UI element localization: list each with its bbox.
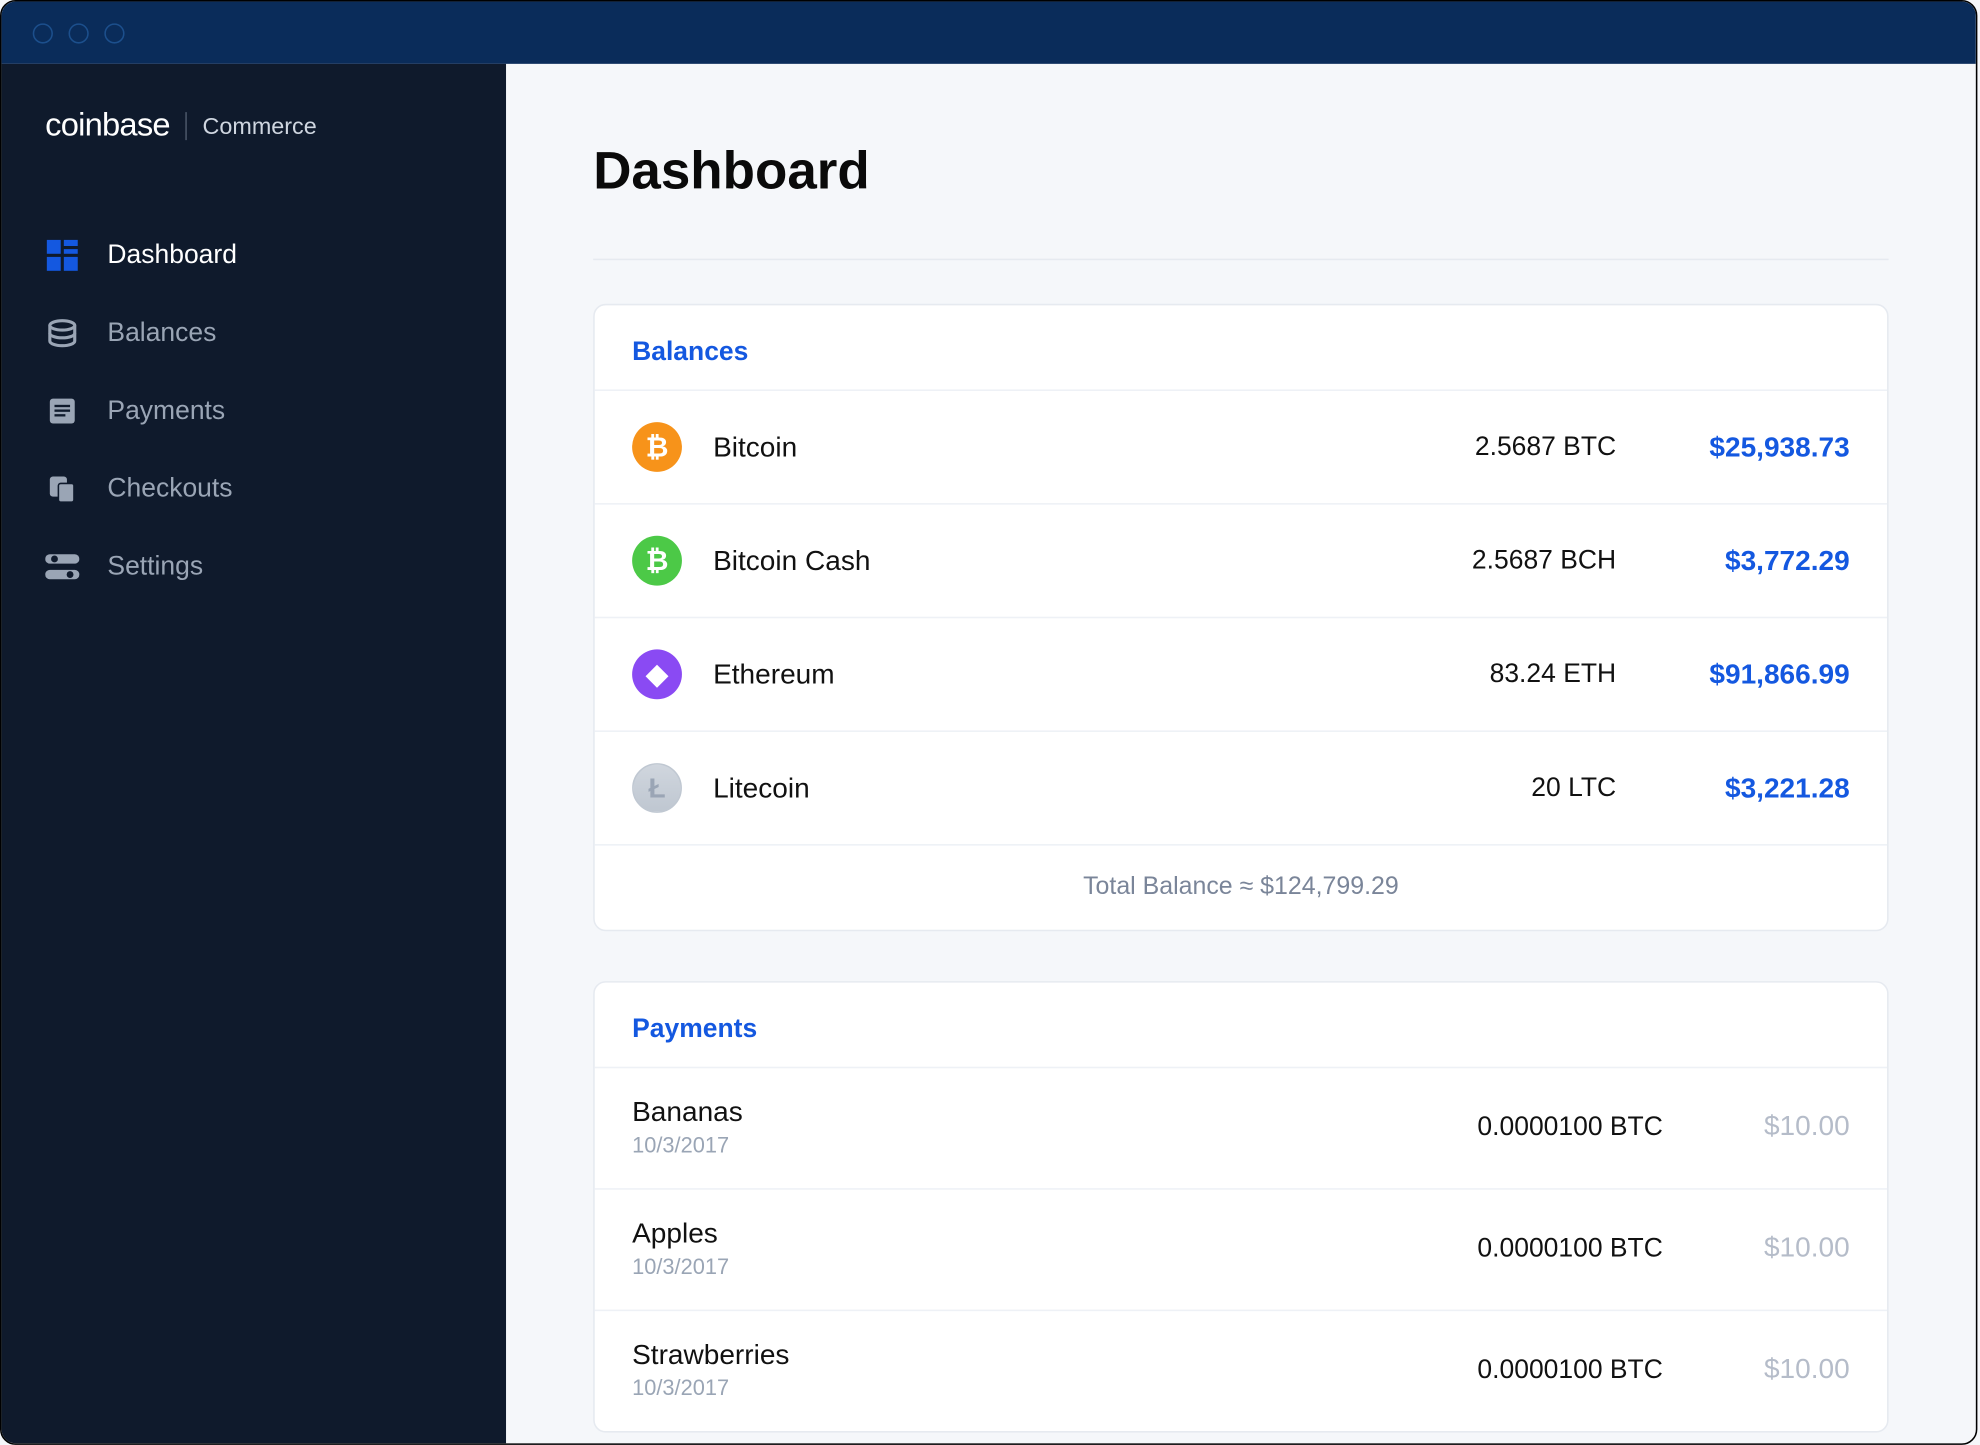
coin-amount: 20 LTC bbox=[1336, 772, 1616, 803]
balance-row[interactable]: Ł Litecoin 20 LTC $3,221.28 bbox=[595, 730, 1887, 844]
coin-usd: $3,772.29 bbox=[1616, 544, 1850, 577]
bitcoin-icon: ₿ bbox=[632, 422, 682, 472]
payments-icon bbox=[45, 394, 79, 428]
balance-row[interactable]: ₿ Bitcoin 2.5687 BTC $25,938.73 bbox=[595, 389, 1887, 503]
page-title: Dashboard bbox=[593, 142, 1888, 203]
coin-amount: 2.5687 BCH bbox=[1336, 545, 1616, 576]
coin-usd: $3,221.28 bbox=[1616, 771, 1850, 804]
sidebar-item-settings[interactable]: Settings bbox=[2, 528, 506, 606]
app-window: coinbase Commerce Dashboard Balances bbox=[0, 0, 1977, 1445]
bitcoin-cash-icon: ₿ bbox=[632, 536, 682, 586]
sidebar-item-balances[interactable]: Balances bbox=[2, 294, 506, 372]
total-balance: Total Balance ≈ $124,799.29 bbox=[595, 844, 1887, 930]
payment-amount: 0.0000100 BTC bbox=[1351, 1111, 1662, 1142]
sidebar-item-checkouts[interactable]: Checkouts bbox=[2, 450, 506, 528]
total-value: $124,799.29 bbox=[1260, 873, 1399, 899]
coin-name: Bitcoin Cash bbox=[713, 544, 1336, 577]
payment-amount: 0.0000100 BTC bbox=[1351, 1354, 1662, 1385]
sidebar: coinbase Commerce Dashboard Balances bbox=[2, 64, 506, 1444]
balances-card-title[interactable]: Balances bbox=[595, 305, 1887, 389]
payment-usd: $10.00 bbox=[1663, 1110, 1850, 1143]
balances-card: Balances ₿ Bitcoin 2.5687 BTC $25,938.73… bbox=[593, 304, 1888, 931]
window-min-dot[interactable] bbox=[69, 23, 89, 43]
window-close-dot[interactable] bbox=[33, 23, 53, 43]
main-content: Dashboard Balances ₿ Bitcoin 2.5687 BTC … bbox=[506, 64, 1976, 1444]
window-max-dot[interactable] bbox=[104, 23, 124, 43]
coin-name: Ethereum bbox=[713, 658, 1336, 691]
payment-name: Bananas bbox=[632, 1096, 1351, 1129]
sidebar-item-label: Settings bbox=[107, 551, 203, 582]
checkouts-icon bbox=[45, 472, 79, 506]
payment-row[interactable]: Apples 10/3/2017 0.0000100 BTC $10.00 bbox=[595, 1188, 1887, 1309]
sidebar-item-dashboard[interactable]: Dashboard bbox=[2, 216, 506, 294]
coin-amount: 83.24 ETH bbox=[1336, 659, 1616, 690]
payment-row[interactable]: Bananas 10/3/2017 0.0000100 BTC $10.00 bbox=[595, 1067, 1887, 1188]
total-label: Total Balance ≈ bbox=[1083, 873, 1260, 899]
balance-row[interactable]: ◆ Ethereum 83.24 ETH $91,866.99 bbox=[595, 617, 1887, 731]
balances-icon bbox=[45, 316, 79, 350]
coin-usd: $91,866.99 bbox=[1616, 658, 1850, 691]
ethereum-icon: ◆ bbox=[632, 649, 682, 699]
litecoin-icon: Ł bbox=[632, 763, 682, 813]
sidebar-item-label: Checkouts bbox=[107, 473, 232, 504]
sidebar-item-label: Dashboard bbox=[107, 240, 236, 271]
payments-card: Payments Bananas 10/3/2017 0.0000100 BTC… bbox=[593, 981, 1888, 1433]
payment-usd: $10.00 bbox=[1663, 1232, 1850, 1265]
payments-card-title[interactable]: Payments bbox=[595, 982, 1887, 1066]
payment-row[interactable]: Strawberries 10/3/2017 0.0000100 BTC $10… bbox=[595, 1309, 1887, 1430]
payment-amount: 0.0000100 BTC bbox=[1351, 1232, 1662, 1263]
brand: coinbase Commerce bbox=[2, 107, 506, 144]
payment-date: 10/3/2017 bbox=[632, 1253, 1351, 1278]
coin-amount: 2.5687 BTC bbox=[1336, 431, 1616, 462]
balance-row[interactable]: ₿ Bitcoin Cash 2.5687 BCH $3,772.29 bbox=[595, 503, 1887, 617]
payment-name: Strawberries bbox=[632, 1339, 1351, 1372]
settings-icon bbox=[45, 550, 79, 584]
dashboard-icon bbox=[45, 238, 79, 272]
brand-separator bbox=[185, 112, 187, 140]
payment-date: 10/3/2017 bbox=[632, 1132, 1351, 1157]
payment-date: 10/3/2017 bbox=[632, 1375, 1351, 1400]
brand-sub: Commerce bbox=[203, 113, 317, 139]
coin-usd: $25,938.73 bbox=[1616, 431, 1850, 464]
coin-name: Bitcoin bbox=[713, 431, 1336, 464]
sidebar-item-payments[interactable]: Payments bbox=[2, 372, 506, 450]
payment-name: Apples bbox=[632, 1218, 1351, 1251]
coin-name: Litecoin bbox=[713, 771, 1336, 804]
payment-usd: $10.00 bbox=[1663, 1353, 1850, 1386]
brand-main: coinbase bbox=[45, 107, 170, 144]
titlebar bbox=[2, 2, 1976, 64]
sidebar-item-label: Balances bbox=[107, 318, 216, 349]
sidebar-item-label: Payments bbox=[107, 395, 225, 426]
divider bbox=[593, 258, 1888, 260]
